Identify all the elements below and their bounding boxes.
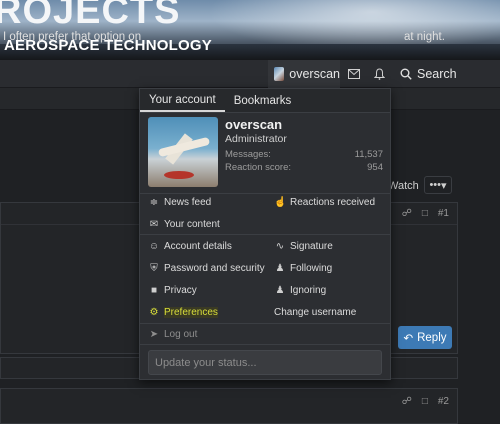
post-number[interactable]: #1 [438,208,449,219]
post-body-text: I often prefer that option on [3,31,142,43]
bookmark-icon[interactable]: □ [422,396,428,407]
messages-value: 11,537 [354,149,383,160]
user-plus-icon: ♟ [275,262,285,274]
rss-icon: ≑ [149,196,159,208]
profile-username[interactable]: overscan [225,117,282,132]
menu-privacy[interactable]: ■ Privacy [148,282,197,298]
share-icon[interactable]: ☍ [402,208,412,219]
mail-icon[interactable] [342,60,366,88]
watch-button[interactable]: Watch [388,180,419,192]
chevron-down-icon: ▾ [441,179,447,192]
menu-password-security[interactable]: ⛨ Password and security [148,260,264,276]
bookmark-icon[interactable]: □ [422,208,428,219]
reaction-value: 954 [367,162,383,173]
reaction-label: Reaction score: [225,162,292,173]
menu-signature[interactable]: ∿ Signature [274,238,333,254]
nav-username: overscan [289,67,340,81]
account-nav-button[interactable]: overscan [268,60,340,88]
sign-out-icon: ➤ [149,328,159,340]
search-icon [400,68,412,80]
menu-log-out[interactable]: ➤ Log out [148,326,198,342]
reply-icon: ↶ [403,332,414,345]
signature-icon: ∿ [275,240,285,252]
messages-stat: Messages: 11,537 [225,149,383,160]
menu-change-username[interactable]: Change username [274,304,356,320]
site-banner: ROJECTS AEROSPACE TECHNOLOGY [0,0,500,60]
user-minus-icon: ♟ [275,284,285,296]
more-options-button[interactable]: ••• ▾ [424,176,452,194]
reply-label: Reply [417,331,447,344]
divider [140,234,390,235]
status-input[interactable]: Update your status... [148,350,382,375]
menu-ignoring[interactable]: ♟ Ignoring [274,282,327,298]
reaction-stat: Reaction score: 954 [225,162,383,173]
menu-following[interactable]: ♟ Following [274,260,333,276]
menu-account-details[interactable]: ☺ Account details [148,238,232,254]
account-menu-tabs: Your account Bookmarks [140,89,390,113]
menu-reactions-received[interactable]: ☝ Reactions received [274,194,375,210]
divider [140,323,390,324]
tab-your-account[interactable]: Your account [140,89,225,112]
lock-icon: ■ [150,284,158,296]
post-body-text-end: at night. [404,31,445,43]
menu-preferences[interactable]: ⚙ Preferences [148,304,218,320]
profile-card: overscan Administrator Messages: 11,537 … [148,117,384,189]
user-card-icon: ☺ [148,240,160,252]
post-meta: ☍ □ #2 [402,396,449,407]
thumbs-up-icon: ☝ [274,196,287,208]
menu-news-feed[interactable]: ≑ News feed [148,194,211,210]
site-logo[interactable]: ROJECTS [0,0,180,33]
share-icon[interactable]: ☍ [402,396,412,407]
menu-your-content[interactable]: ✉ Your content [148,216,220,232]
profile-role: Administrator [225,133,287,145]
messages-label: Messages: [225,149,271,160]
tab-bookmarks[interactable]: Bookmarks [225,89,301,112]
more-options-label: ••• [429,179,442,191]
avatar [274,67,285,81]
search-button[interactable]: Search [394,60,457,88]
shield-icon: ⛨ [150,262,158,274]
reply-button[interactable]: ↶ Reply [398,326,452,349]
search-label: Search [417,67,457,81]
cogs-icon: ⚙ [149,306,159,318]
post-number[interactable]: #2 [438,396,449,407]
post-meta: ☍ □ #1 [402,208,449,219]
avatar[interactable] [148,117,218,187]
comments-icon: ✉ [149,218,159,230]
post-2: ☍ □ #2 [0,388,458,424]
bell-icon[interactable] [367,60,391,88]
divider [140,344,390,345]
status-placeholder: Update your status... [155,356,257,369]
account-menu: Your account Bookmarks overscan Administ… [139,88,391,380]
